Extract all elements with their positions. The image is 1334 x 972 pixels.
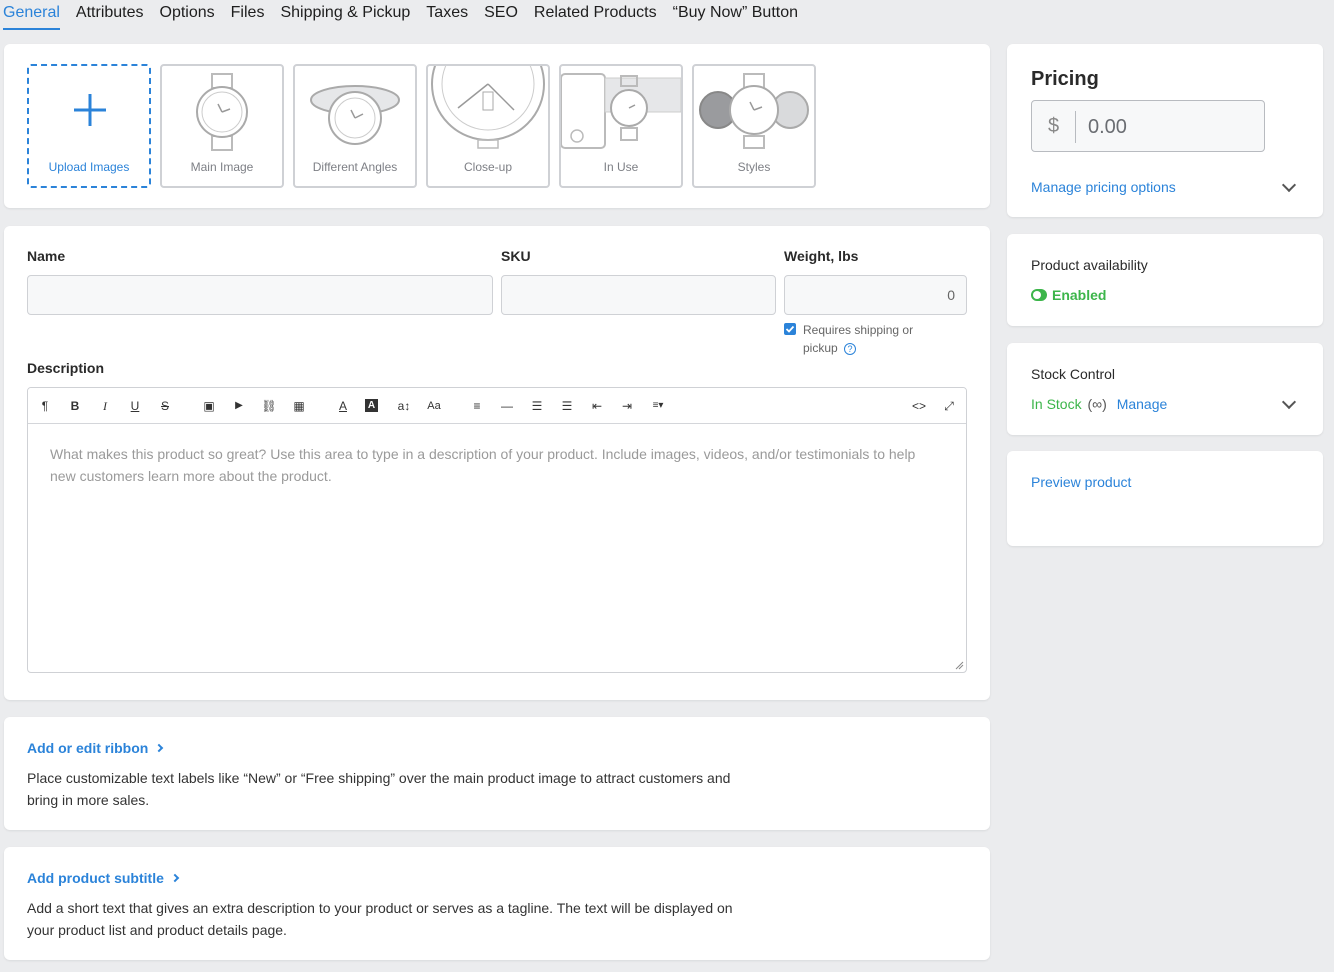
availability-card: Product availability Enabled [1007, 234, 1323, 326]
product-form-card: Name SKU Weight, lbs 0 Requires shipping… [4, 226, 990, 700]
tab-bar: General Attributes Options Files Shippin… [0, 0, 798, 30]
availability-title: Product availability [1031, 257, 1148, 273]
tab-general[interactable]: General [3, 0, 60, 30]
sku-label: SKU [501, 248, 531, 264]
help-icon[interactable]: ? [844, 343, 857, 355]
name-input[interactable] [27, 275, 493, 315]
price-input[interactable]: $ 0.00 [1031, 100, 1265, 152]
description-label: Description [27, 360, 105, 376]
font-size-button[interactable]: a↕ [394, 398, 414, 414]
underline-button[interactable]: U [127, 398, 143, 414]
editor-toolbar: ¶ B I U S ▣ ▶ ⛓ ▦ A A a↕ Aa ≡ — ☰ ☰ ⇤ ⇥ … [28, 388, 966, 424]
currency-divider [1075, 111, 1076, 143]
bold-button[interactable]: B [67, 398, 83, 414]
gallery-close-up[interactable]: Close-up [426, 64, 550, 188]
ribbon-description: Place customizable text labels like “New… [27, 770, 731, 808]
manage-stock-link[interactable]: Manage [1117, 396, 1168, 412]
insert-table-button[interactable]: ▦ [291, 398, 307, 414]
bulleted-list-button[interactable]: ☰ [529, 398, 545, 414]
insert-image-button[interactable]: ▣ [201, 398, 217, 414]
stock-status: In Stock [1031, 396, 1082, 412]
tab-seo[interactable]: SEO [484, 0, 518, 30]
gallery-styles[interactable]: Styles [692, 64, 816, 188]
stock-status-row: In Stock (∞) Manage [1031, 396, 1167, 412]
chevron-right-icon [170, 873, 180, 883]
tab-buy-now-button[interactable]: “Buy Now” Button [673, 0, 798, 30]
font-family-button[interactable]: Aa [424, 398, 444, 414]
background-color-button[interactable]: A [365, 399, 378, 412]
insert-link-button[interactable]: ⛓ [261, 398, 277, 414]
weight-label: Weight, lbs [784, 248, 859, 264]
gallery-item-label: Close-up [463, 160, 513, 174]
indent-button[interactable]: ⇥ [619, 398, 635, 414]
chevron-right-icon [155, 743, 164, 753]
preview-card: Preview product [1007, 451, 1323, 546]
sku-input[interactable] [501, 275, 776, 315]
resize-handle-icon[interactable] [954, 660, 964, 670]
description-editor: ¶ B I U S ▣ ▶ ⛓ ▦ A A a↕ Aa ≡ — ☰ ☰ ⇤ ⇥ … [27, 387, 967, 673]
paragraph-format-button[interactable]: ¶ [37, 398, 53, 414]
subtitle-card: Add product subtitle Add a short text th… [4, 847, 990, 960]
stock-title: Stock Control [1031, 366, 1116, 382]
fullscreen-button[interactable]: ⤢ [941, 398, 957, 414]
more-paragraph-button[interactable]: ≡▾ [648, 398, 668, 414]
upload-images-label: Upload Images [48, 160, 130, 174]
add-subtitle-link[interactable]: Add product subtitle [27, 870, 180, 886]
preview-product-link[interactable]: Preview product [1031, 474, 1131, 490]
currency-symbol: $ [1048, 115, 1060, 137]
toggle-on-icon [1031, 289, 1047, 301]
tab-files[interactable]: Files [231, 0, 265, 30]
requires-shipping-checkbox[interactable] [784, 323, 796, 335]
outdent-button[interactable]: ⇤ [589, 398, 605, 414]
subtitle-description: Add a short text that gives an extra des… [27, 900, 733, 938]
pricing-card: Pricing $ 0.00 Manage pricing options [1007, 44, 1323, 217]
price-placeholder: 0.00 [1088, 116, 1127, 138]
manage-pricing-link[interactable]: Manage pricing options [1031, 179, 1176, 195]
availability-toggle[interactable]: Enabled [1031, 287, 1106, 303]
insert-video-button[interactable]: ▶ [231, 398, 247, 414]
font-color-button[interactable]: A [335, 398, 351, 414]
chevron-down-icon[interactable] [1281, 177, 1297, 193]
gallery-item-label: Different Angles [312, 160, 398, 174]
requires-shipping-label: Requires shipping or pickup ? [803, 323, 914, 355]
add-ribbon-link[interactable]: Add or edit ribbon [27, 740, 164, 756]
gallery-item-label: In Use [603, 160, 639, 174]
align-button[interactable]: ≡ [469, 398, 485, 414]
tab-options[interactable]: Options [160, 0, 215, 30]
weight-input[interactable]: 0 [784, 275, 967, 315]
gallery-item-label: Main Image [190, 160, 254, 174]
name-label: Name [27, 248, 66, 264]
strikethrough-button[interactable]: S [157, 398, 173, 414]
pricing-title: Pricing [1031, 68, 1099, 90]
gallery-different-angles[interactable]: Different Angles [293, 64, 417, 188]
ribbon-card: Add or edit ribbon Place customizable te… [4, 717, 990, 830]
tab-shipping-pickup[interactable]: Shipping & Pickup [280, 0, 410, 30]
gallery-in-use[interactable]: In Use [559, 64, 683, 188]
gallery-item-label: Styles [737, 160, 771, 174]
infinity-icon: (∞) [1087, 396, 1107, 412]
tab-taxes[interactable]: Taxes [426, 0, 468, 30]
stock-card: Stock Control In Stock (∞) Manage [1007, 343, 1323, 435]
checkmark-icon [785, 325, 795, 333]
description-textarea[interactable]: What makes this product so great? Use th… [50, 443, 930, 487]
gallery-card: Upload Images Main Image Different Angle… [4, 44, 990, 208]
weight-value: 0 [947, 287, 955, 303]
numbered-list-button[interactable]: ☰ [559, 398, 575, 414]
code-view-button[interactable]: <> [909, 398, 929, 414]
tab-related-products[interactable]: Related Products [534, 0, 657, 30]
upload-images-button[interactable]: Upload Images [27, 64, 151, 188]
availability-status: Enabled [1052, 287, 1107, 303]
chevron-down-icon[interactable] [1281, 394, 1297, 410]
gallery-main-image[interactable]: Main Image [160, 64, 284, 188]
tab-attributes[interactable]: Attributes [76, 0, 144, 30]
italic-button[interactable]: I [97, 398, 113, 414]
horizontal-line-button[interactable]: — [499, 398, 515, 414]
